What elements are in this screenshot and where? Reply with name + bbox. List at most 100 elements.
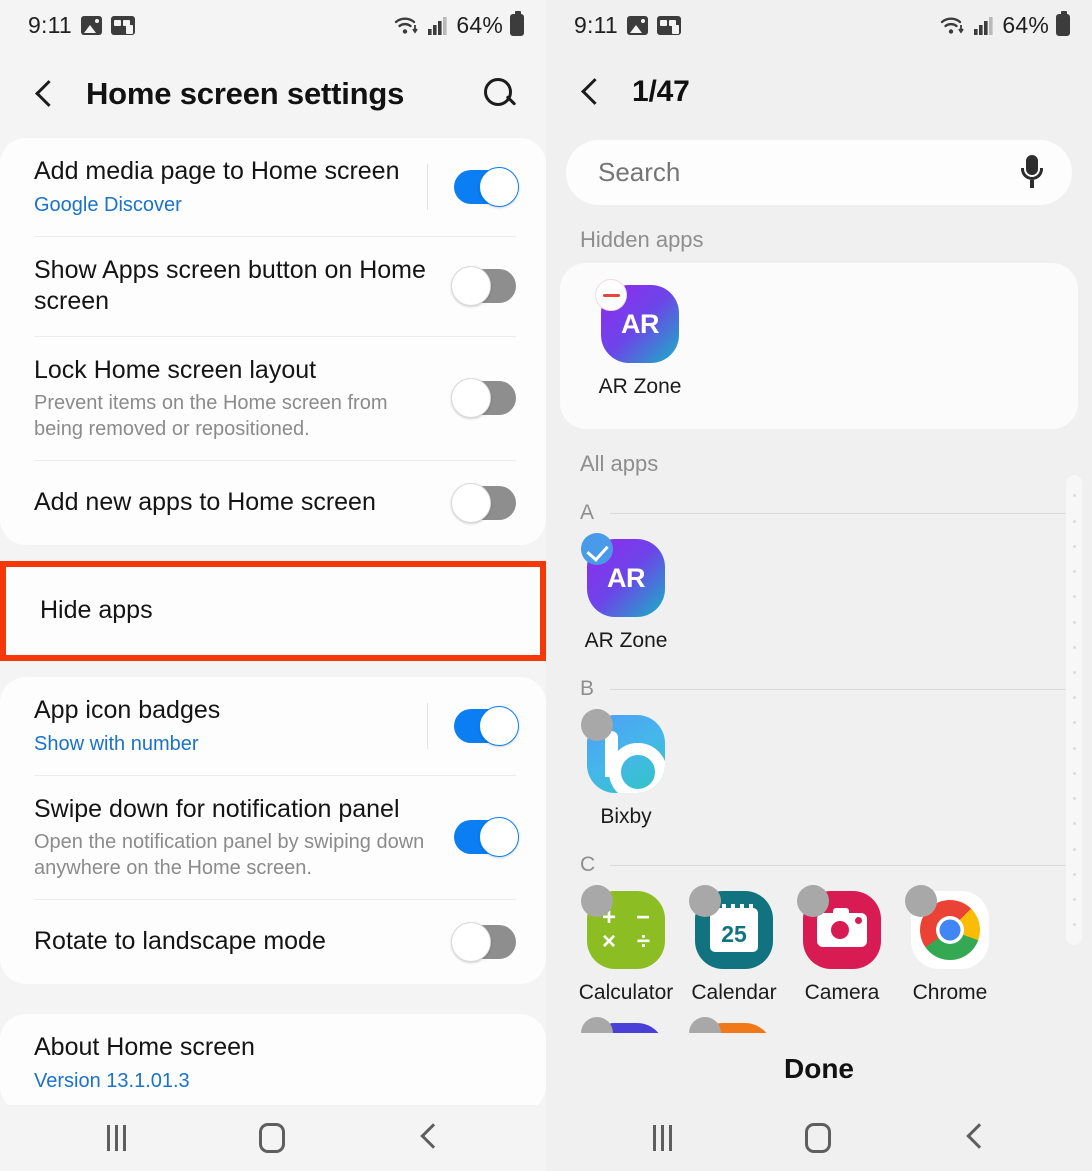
setting-row-add-new-apps[interactable]: Add new apps to Home screen: [0, 461, 546, 545]
setting-row-rotate-landscape[interactable]: Rotate to landscape mode: [0, 900, 546, 984]
search-bar[interactable]: Search: [566, 140, 1072, 206]
signal-icon: [428, 17, 447, 35]
toggle-rotate-landscape[interactable]: [451, 922, 516, 962]
app-item-chrome[interactable]: Chrome: [896, 885, 1004, 1005]
alpha-header-c: C: [546, 829, 1092, 877]
app-item-bixby[interactable]: Bixby: [572, 709, 680, 829]
apps-grid-partial: [546, 1005, 1092, 1033]
app-icon-holder: AR: [581, 533, 665, 618]
app-item-ar-zone[interactable]: AR AR Zone: [572, 533, 680, 653]
toggle-wrap: [438, 266, 516, 306]
row-text: Rotate to landscape mode: [34, 908, 438, 976]
divider: [610, 864, 1068, 866]
setting-subtitle: Prevent items on the Home screen from be…: [34, 392, 388, 440]
microphone-icon[interactable]: [1020, 154, 1044, 191]
calculator-icon-glyph: + − × ÷: [602, 904, 650, 956]
status-bar-left-group: 9:11: [28, 12, 135, 39]
setting-subtitle: Version 13.1.01.3: [34, 1069, 190, 1092]
setting-title: Lock Home screen layout: [34, 355, 317, 384]
back-icon[interactable]: [418, 1127, 440, 1149]
setting-row-show-apps-button[interactable]: Show Apps screen button on Home screen: [0, 237, 546, 336]
app-item-partial-2[interactable]: [680, 1017, 788, 1033]
home-icon[interactable]: [804, 1123, 831, 1153]
setting-row-swipe-down[interactable]: Swipe down for notification panel Open t…: [0, 776, 546, 900]
setting-row-about-home-screen[interactable]: About Home screen Version 13.1.01.3: [0, 1014, 546, 1105]
done-button[interactable]: Done: [546, 1033, 1092, 1105]
image-icon: [626, 15, 648, 35]
settings-group-2: App icon badges Show with number Swipe d…: [0, 677, 546, 984]
recent-apps-icon[interactable]: [106, 1125, 126, 1151]
toggle-show-apps-button[interactable]: [451, 266, 516, 306]
app-item-calculator[interactable]: + − × ÷ Calculator: [572, 885, 680, 1005]
setting-subtitle: Show with number: [34, 732, 199, 755]
right-header: 1/47: [546, 50, 1092, 134]
battery-percent: 64%: [1002, 11, 1049, 38]
wifi-icon: [395, 17, 419, 34]
calendar-icon-page: 25: [710, 904, 758, 953]
setting-row-add-media-page[interactable]: Add media page to Home screen Google Dis…: [0, 138, 546, 236]
setting-title: Add media page to Home screen: [34, 157, 400, 185]
search-icon[interactable]: [480, 74, 520, 114]
settings-list: Add media page to Home screen Google Dis…: [0, 138, 546, 1105]
app-item-partial-1[interactable]: [572, 1017, 680, 1033]
toggle-swipe-down[interactable]: [454, 817, 519, 858]
signal-icon: [974, 17, 993, 35]
app-icon-holder: AR: [595, 279, 679, 364]
apps-scroll-area[interactable]: Hidden apps AR AR Zone All apps A AR AR …: [546, 205, 1092, 1033]
apps-grid-a: AR AR Zone: [546, 525, 1092, 653]
row-text: About Home screen Version 13.1.01.3: [34, 1014, 516, 1105]
screenshot-icon: [110, 15, 135, 35]
toggle-wrap: [438, 378, 516, 419]
setting-title: Swipe down for notification panel: [34, 794, 400, 823]
camera-icon-body: [817, 908, 867, 948]
ar-zone-icon-text: AR: [607, 562, 646, 593]
apps-grid-b: Bixby: [546, 701, 1092, 829]
app-item-calendar[interactable]: 25 Calendar: [680, 885, 788, 1005]
setting-title: Rotate to landscape mode: [34, 927, 326, 956]
alphabet-index-scrollbar[interactable]: [1066, 475, 1082, 946]
selection-counter: 1/47: [632, 75, 690, 108]
back-chevron-icon[interactable]: [576, 79, 602, 105]
battery-percent: 64%: [456, 11, 503, 38]
search-input[interactable]: Search: [598, 157, 1020, 188]
screenshot-icon: [656, 15, 681, 35]
divider: [427, 163, 428, 210]
alpha-header-b: B: [546, 653, 1092, 701]
row-text: Show Apps screen button on Home screen: [34, 237, 438, 336]
app-label: Calculator: [578, 981, 674, 1005]
right-phone-screen: 9:11 64% 1/47 Search Hidden apps AR AR Z…: [546, 0, 1092, 1171]
app-label: Bixby: [600, 805, 652, 829]
app-icon-holder: [689, 1017, 773, 1033]
ar-zone-icon-text: AR: [621, 308, 660, 339]
toggle-lock-layout[interactable]: [451, 378, 516, 419]
apps-grid-c: + − × ÷ Calculator 25 Calendar Camera Ch…: [546, 877, 1092, 1005]
unchecked-badge-icon[interactable]: [689, 1017, 721, 1033]
setting-row-lock-layout[interactable]: Lock Home screen layout Prevent items on…: [0, 337, 546, 461]
toggle-add-media-page[interactable]: [454, 166, 519, 207]
row-text: Swipe down for notification panel Open t…: [34, 776, 438, 900]
recent-apps-icon[interactable]: [652, 1125, 672, 1151]
calendar-icon-day: 25: [721, 921, 747, 948]
status-time: 9:11: [28, 11, 72, 38]
back-icon[interactable]: [964, 1127, 986, 1149]
app-label: AR Zone: [598, 375, 682, 399]
home-icon[interactable]: [258, 1123, 285, 1153]
app-item-ar-zone-hidden[interactable]: AR AR Zone: [586, 279, 694, 399]
app-label: Calendar: [691, 981, 777, 1005]
page-title: Home screen settings: [86, 76, 405, 111]
divider: [610, 688, 1068, 690]
app-item-camera[interactable]: Camera: [788, 885, 896, 1005]
setting-row-hide-apps[interactable]: Hide apps: [6, 567, 540, 655]
divider: [610, 512, 1068, 514]
hidden-apps-card: AR AR Zone: [560, 263, 1078, 430]
back-chevron-icon[interactable]: [30, 81, 56, 107]
toggle-wrap: [411, 702, 519, 749]
settings-group-1: Add media page to Home screen Google Dis…: [0, 138, 546, 545]
toggle-app-icon-badges[interactable]: [454, 705, 519, 746]
app-icon-holder: [905, 885, 989, 970]
unchecked-badge-icon[interactable]: [581, 1017, 613, 1033]
app-icon-holder: + − × ÷: [581, 885, 665, 970]
setting-row-app-icon-badges[interactable]: App icon badges Show with number: [0, 677, 546, 775]
toggle-add-new-apps[interactable]: [451, 483, 516, 523]
setting-title: Show Apps screen button on Home screen: [34, 255, 426, 316]
